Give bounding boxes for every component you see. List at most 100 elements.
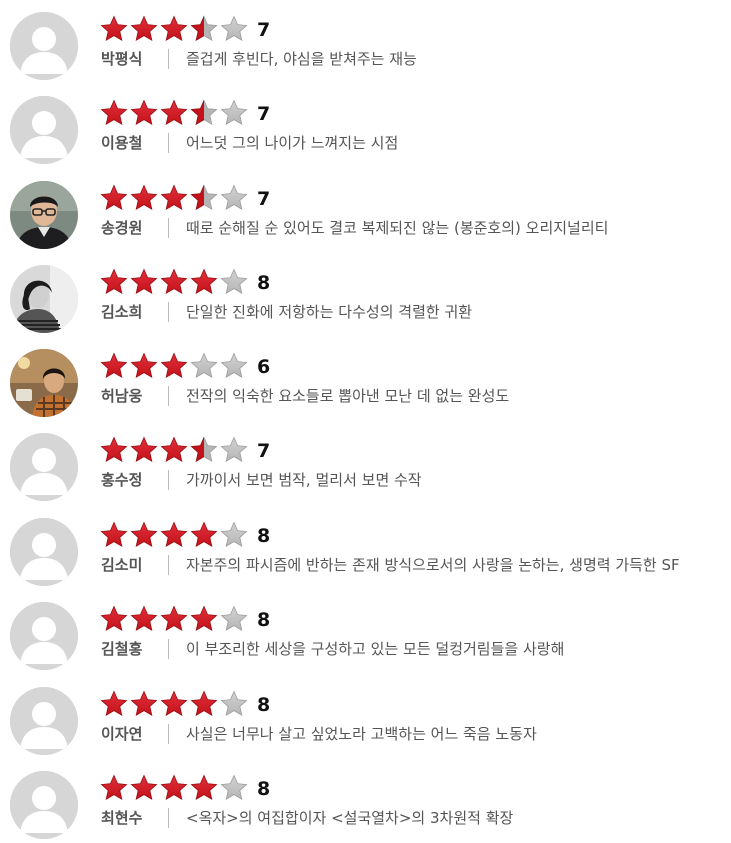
star-rating (100, 774, 250, 802)
placeholder-avatar-icon[interactable] (10, 433, 78, 501)
review-item: 8 김철홍 이 부조리한 세상을 구성하고 있는 모든 덜컹거림들을 사랑해 (0, 590, 731, 674)
placeholder-avatar-icon[interactable] (10, 518, 78, 586)
rating-score: 6 (257, 356, 271, 378)
star-filled-icon (100, 15, 128, 43)
divider (168, 808, 169, 828)
rating-score: 8 (257, 272, 271, 294)
star-filled-icon (130, 436, 158, 464)
star-rating (100, 436, 250, 464)
profile-photo-man-glasses[interactable] (10, 181, 78, 249)
placeholder-avatar-icon[interactable] (10, 12, 78, 80)
star-empty-icon (190, 352, 218, 380)
star-filled-icon (130, 521, 158, 549)
placeholder-avatar-icon[interactable] (10, 771, 78, 839)
star-filled-icon (100, 352, 128, 380)
review-item: 6 허남웅 전작의 익숙한 요소들로 뽑아낸 모난 데 없는 완성도 (0, 337, 731, 421)
divider (168, 555, 169, 575)
critic-review-list: 7 박평식 즐겁게 후빈다, 야심을 받쳐주는 재능 7 이용철 어느덧 그의 … (0, 0, 731, 843)
star-filled-icon (190, 521, 218, 549)
star-filled-icon (160, 99, 188, 127)
star-empty-icon (220, 774, 248, 802)
star-filled-icon (100, 690, 128, 718)
critic-name[interactable]: 박평식 (101, 49, 142, 69)
review-comment: 가까이서 보면 범작, 멀리서 보면 수작 (186, 471, 422, 489)
divider (168, 302, 169, 322)
star-rating (100, 99, 250, 127)
star-empty-icon (220, 99, 248, 127)
placeholder-avatar-icon[interactable] (10, 687, 78, 755)
star-empty-icon (220, 184, 248, 212)
star-filled-icon (130, 99, 158, 127)
star-filled-icon (100, 268, 128, 296)
star-filled-icon (160, 521, 188, 549)
star-filled-icon (160, 352, 188, 380)
star-rating (100, 184, 250, 212)
star-empty-icon (220, 521, 248, 549)
critic-name[interactable]: 김소희 (101, 302, 142, 322)
star-filled-icon (130, 690, 158, 718)
star-filled-icon (160, 184, 188, 212)
review-item: 7 이용철 어느덧 그의 나이가 느껴지는 시점 (0, 84, 731, 168)
star-filled-icon (190, 605, 218, 633)
star-rating (100, 521, 250, 549)
star-rating (100, 352, 250, 380)
star-rating (100, 268, 250, 296)
divider (168, 470, 169, 490)
star-half-icon (190, 436, 218, 464)
profile-photo-man-plaid[interactable] (10, 349, 78, 417)
rating-score: 7 (257, 188, 271, 210)
star-empty-icon (220, 352, 248, 380)
divider (168, 133, 169, 153)
placeholder-avatar-icon[interactable] (10, 602, 78, 670)
placeholder-avatar-icon[interactable] (10, 96, 78, 164)
rating-score: 7 (257, 440, 271, 462)
divider (168, 724, 169, 744)
star-filled-icon (160, 605, 188, 633)
critic-name[interactable]: 김소미 (101, 555, 142, 575)
star-filled-icon (160, 436, 188, 464)
review-comment: 즐겁게 후빈다, 야심을 받쳐주는 재능 (186, 50, 417, 68)
star-empty-icon (220, 268, 248, 296)
review-item: 7 홍수정 가까이서 보면 범작, 멀리서 보면 수작 (0, 421, 731, 505)
star-empty-icon (220, 605, 248, 633)
critic-name[interactable]: 최현수 (101, 808, 142, 828)
divider (168, 386, 169, 406)
star-filled-icon (130, 774, 158, 802)
rating-score: 8 (257, 694, 271, 716)
star-filled-icon (130, 184, 158, 212)
star-filled-icon (160, 774, 188, 802)
rating-score: 7 (257, 103, 271, 125)
review-comment: 이 부조리한 세상을 구성하고 있는 모든 덜컹거림들을 사랑해 (186, 640, 565, 658)
review-comment: 전작의 익숙한 요소들로 뽑아낸 모난 데 없는 완성도 (186, 387, 510, 405)
review-item: 7 박평식 즐겁게 후빈다, 야심을 받쳐주는 재능 (0, 0, 731, 84)
star-filled-icon (130, 352, 158, 380)
star-rating (100, 15, 250, 43)
review-comment: 어느덧 그의 나이가 느껴지는 시점 (186, 134, 399, 152)
critic-name[interactable]: 홍수정 (101, 470, 142, 490)
rating-score: 7 (257, 19, 271, 41)
star-half-icon (190, 15, 218, 43)
review-comment: 때로 순해질 순 있어도 결코 복제되진 않는 (봉준호의) 오리지널리티 (186, 219, 609, 237)
review-item: 8 김소미 자본주의 파시즘에 반하는 존재 방식으로서의 사랑을 논하는, 생… (0, 506, 731, 590)
star-filled-icon (100, 436, 128, 464)
divider (168, 639, 169, 659)
star-filled-icon (100, 184, 128, 212)
star-rating (100, 605, 250, 633)
critic-name[interactable]: 이자연 (101, 724, 142, 744)
star-filled-icon (130, 15, 158, 43)
critic-name[interactable]: 허남웅 (101, 386, 142, 406)
profile-photo-woman-bw[interactable] (10, 265, 78, 333)
star-filled-icon (190, 774, 218, 802)
star-half-icon (190, 184, 218, 212)
critic-name[interactable]: 김철홍 (101, 639, 142, 659)
star-filled-icon (160, 15, 188, 43)
rating-score: 8 (257, 525, 271, 547)
review-item: 8 김소희 단일한 진화에 저항하는 다수성의 격렬한 귀환 (0, 253, 731, 337)
star-filled-icon (130, 268, 158, 296)
critic-name[interactable]: 송경원 (101, 218, 142, 238)
star-filled-icon (100, 99, 128, 127)
critic-name[interactable]: 이용철 (101, 133, 142, 153)
review-comment: 사실은 너무나 살고 싶었노라 고백하는 어느 죽음 노동자 (186, 725, 537, 743)
star-filled-icon (190, 690, 218, 718)
rating-score: 8 (257, 778, 271, 800)
